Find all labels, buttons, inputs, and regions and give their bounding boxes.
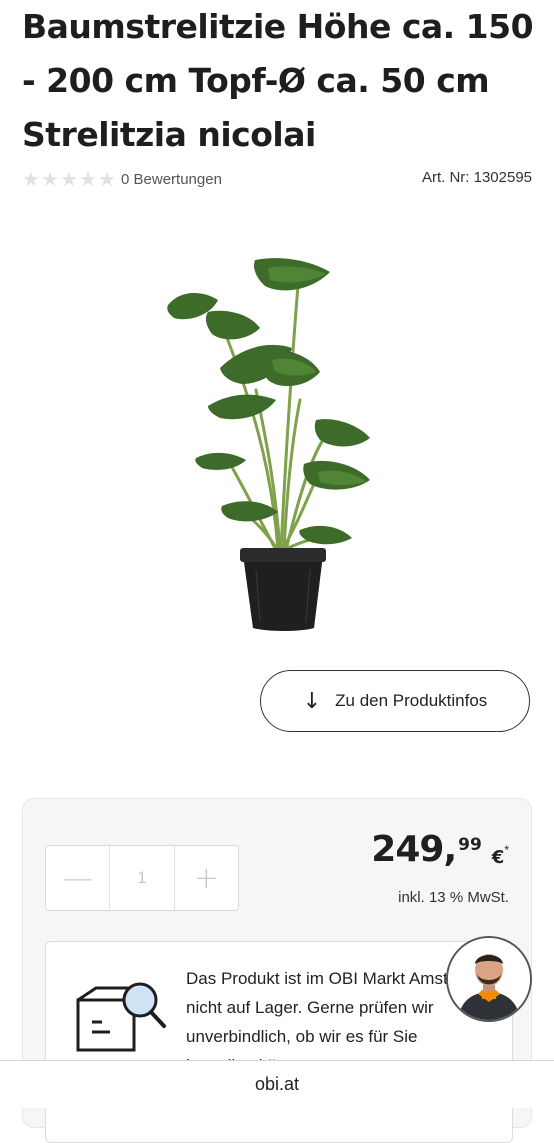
star-icon: ★ xyxy=(98,167,116,191)
quantity-stepper: — 1 + xyxy=(45,845,239,911)
product-infos-button[interactable]: ↓ Zu den Produktinfos xyxy=(260,670,530,732)
star-icon: ★ xyxy=(79,167,97,191)
price-main: 249, xyxy=(371,829,457,870)
plant-in-pot-image xyxy=(167,258,370,631)
footer-domain[interactable]: obi.at xyxy=(255,1074,299,1095)
vat-note: inkl. 13 % MwSt. xyxy=(398,889,509,906)
quantity-input[interactable]: 1 xyxy=(109,846,173,910)
rating-stars[interactable]: ★ ★ ★ ★ ★ xyxy=(22,168,117,190)
price-currency: € xyxy=(491,847,505,868)
article-number: Art. Nr: 1302595 xyxy=(421,169,532,186)
price-footnote: * xyxy=(504,843,509,857)
product-title: Baumstrelitzie Höhe ca. 150 - 200 cm Top… xyxy=(22,7,534,154)
star-icon: ★ xyxy=(41,167,59,191)
footer-bar: obi.at xyxy=(0,1060,554,1108)
advisor-avatar xyxy=(448,938,530,1020)
stock-info-card: Das Produkt ist im OBI Markt Amstetten n… xyxy=(45,941,513,1143)
plus-icon[interactable]: + xyxy=(173,846,238,910)
box-search-icon xyxy=(76,982,166,1052)
reviews-link[interactable]: 0 Bewertungen xyxy=(121,171,222,188)
price: 249, 99 € * xyxy=(371,829,509,870)
star-icon: ★ xyxy=(60,167,78,191)
star-icon: ★ xyxy=(22,167,40,191)
product-infos-button-label: Zu den Produktinfos xyxy=(335,691,488,710)
arrow-down-icon: ↓ xyxy=(302,688,322,714)
product-image[interactable] xyxy=(160,250,390,640)
minus-icon[interactable]: — xyxy=(46,846,109,910)
chat-assistant-button[interactable] xyxy=(446,936,532,1022)
rating-row: ★ ★ ★ ★ ★ 0 Bewertungen Art. Nr: 1302595 xyxy=(22,168,532,192)
price-cents: 99 xyxy=(458,835,482,855)
